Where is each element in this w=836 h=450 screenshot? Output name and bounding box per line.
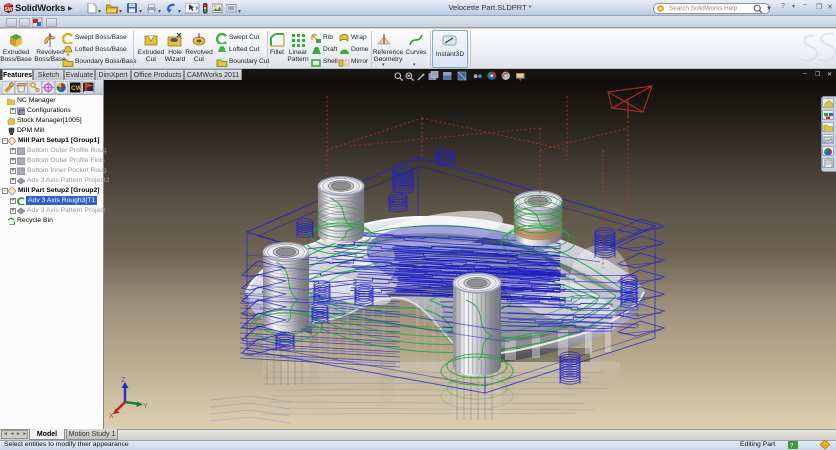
svg-text:CW: CW bbox=[71, 85, 82, 92]
svg-text:X: X bbox=[109, 413, 114, 418]
svg-text:Y: Y bbox=[143, 403, 148, 410]
svg-text:SW: SW bbox=[5, 7, 13, 13]
